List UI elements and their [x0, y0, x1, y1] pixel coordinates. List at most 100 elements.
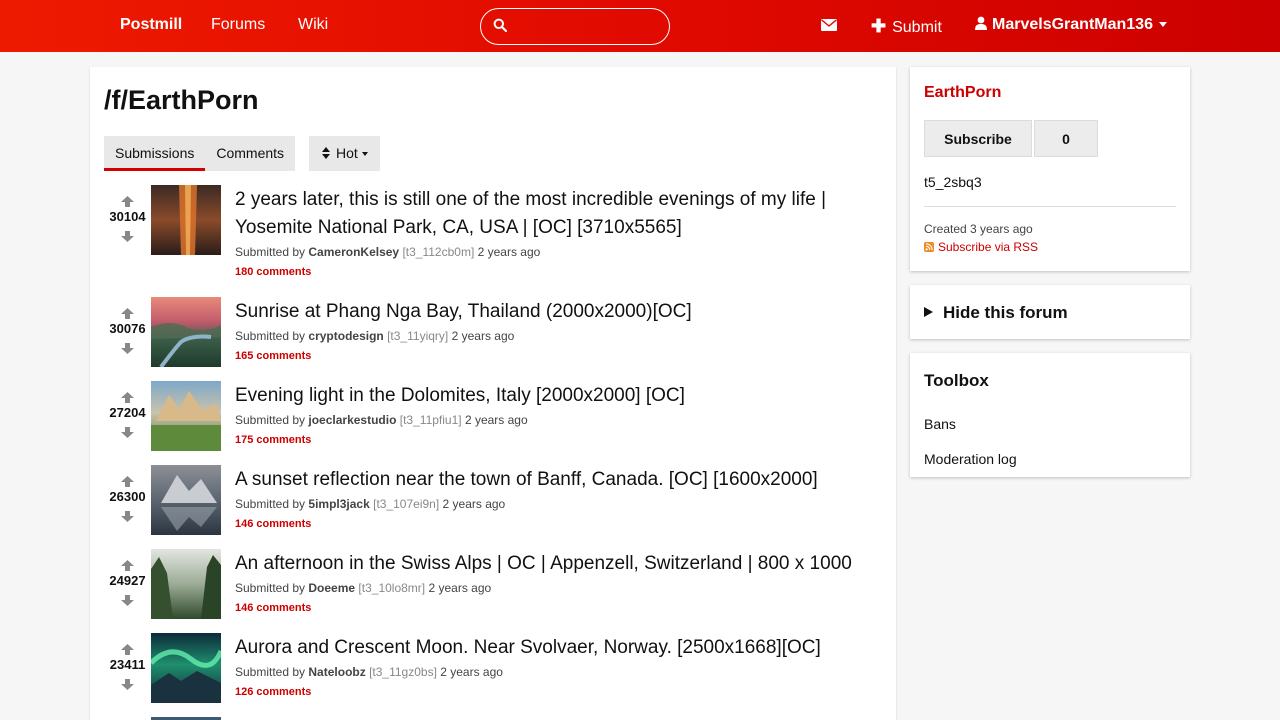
vote-score: 30076 — [109, 321, 146, 336]
subscribe-button[interactable]: Subscribe — [924, 120, 1032, 157]
created-date: Created 3 years ago — [924, 222, 1033, 236]
vote-box: 24927 — [100, 549, 155, 619]
upvote-arrow-icon[interactable] — [121, 392, 134, 403]
upvote-arrow-icon[interactable] — [121, 644, 134, 655]
submission-id: [t3_11yiqry] — [387, 329, 449, 343]
nav-wiki-link[interactable]: Wiki — [298, 16, 328, 34]
downvote-arrow-icon[interactable] — [121, 511, 134, 522]
submitted-by-label: Submitted by — [235, 665, 306, 679]
submission-thumbnail[interactable] — [151, 465, 221, 535]
submission-thumbnail[interactable] — [151, 633, 221, 703]
search-box[interactable] — [480, 8, 670, 45]
submitted-by-label: Submitted by — [235, 497, 306, 511]
username-label: MarvelsGrantMan136 — [992, 16, 1153, 33]
hide-forum-card: Hide this forum — [910, 285, 1190, 339]
submission-thumbnail[interactable] — [151, 381, 221, 451]
downvote-arrow-icon[interactable] — [121, 231, 134, 242]
upvote-arrow-icon[interactable] — [121, 308, 134, 319]
forum-id: t5_2sbq3 — [924, 174, 982, 190]
submission-item: 30076 Sunrise at Phang Nga Bay, Thailand… — [90, 297, 896, 381]
upvote-arrow-icon[interactable] — [121, 196, 134, 207]
submitted-by-label: Submitted by — [235, 581, 306, 595]
submission-item: 27204 Evening light in the Dolomites, It… — [90, 381, 896, 465]
submission-meta: Submitted by Nateloobz [t3_11gz0bs] 2 ye… — [235, 665, 503, 679]
tab-comments[interactable]: Comments — [205, 136, 295, 171]
submission-title-link[interactable]: 2 years later, this is still one of the … — [235, 186, 875, 242]
caret-down-icon — [1158, 22, 1167, 28]
author-link[interactable]: Nateloobz — [308, 665, 365, 679]
downvote-arrow-icon[interactable] — [121, 679, 134, 690]
upvote-arrow-icon[interactable] — [121, 560, 134, 571]
submission-title-link[interactable]: Aurora and Crescent Moon. Near Svolvaer,… — [235, 634, 875, 662]
downvote-arrow-icon[interactable] — [121, 427, 134, 438]
divider — [924, 206, 1176, 207]
submission-thumbnail[interactable] — [151, 185, 221, 255]
rss-link[interactable]: Subscribe via RSS — [924, 240, 1038, 254]
comments-link[interactable]: 146 comments — [235, 602, 311, 614]
caret-down-icon — [361, 152, 368, 157]
comments-link[interactable]: 146 comments — [235, 518, 311, 530]
comments-link[interactable]: 175 comments — [235, 434, 311, 446]
submit-label: Submit — [892, 19, 942, 36]
vote-box: 23411 — [100, 633, 155, 703]
user-menu-dropdown[interactable]: MarvelsGrantMan136 — [975, 16, 1167, 34]
search-input[interactable] — [513, 15, 658, 39]
submission-title-link[interactable]: Evening light in the Dolomites, Italy [2… — [235, 382, 875, 410]
submission-item: 30104 2 years later, this is still one o… — [90, 185, 896, 278]
upvote-arrow-icon[interactable] — [121, 476, 134, 487]
vote-box: 30076 — [100, 297, 155, 367]
submitted-by-label: Submitted by — [235, 329, 306, 343]
disclosure-triangle-icon — [924, 307, 933, 317]
author-link[interactable]: joeclarkestudio — [308, 413, 396, 427]
submission-title-link[interactable]: Sunrise at Phang Nga Bay, Thailand (2000… — [235, 298, 875, 326]
rss-icon — [924, 242, 934, 252]
submission-title-link[interactable]: A sunset reflection near the town of Ban… — [235, 466, 875, 494]
author-link[interactable]: CameronKelsey — [308, 245, 399, 259]
forum-name-link[interactable]: EarthPorn — [924, 84, 1001, 102]
submission-id: [t3_10lo8mr] — [358, 581, 426, 595]
vote-score: 27204 — [109, 405, 146, 420]
submitted-by-label: Submitted by — [235, 245, 306, 259]
nav-forums-link[interactable]: Forums — [211, 16, 265, 34]
submission-thumbnail[interactable] — [151, 297, 221, 367]
submission-meta: Submitted by cryptodesign [t3_11yiqry] 2… — [235, 329, 514, 343]
toolbox-title: Toolbox — [924, 371, 989, 390]
downvote-arrow-icon[interactable] — [121, 343, 134, 354]
submission-age: 2 years ago — [451, 329, 515, 343]
author-link[interactable]: cryptodesign — [308, 329, 383, 343]
toolbox-link-moderation-log[interactable]: Moderation log — [924, 451, 1017, 467]
author-link[interactable]: 5impl3jack — [308, 497, 369, 511]
messages-envelope-icon[interactable] — [821, 18, 837, 32]
comments-link[interactable]: 180 comments — [235, 266, 311, 278]
downvote-arrow-icon[interactable] — [121, 595, 134, 606]
rss-label: Subscribe via RSS — [938, 240, 1039, 254]
plus-icon: ✚ — [871, 16, 887, 36]
comments-link[interactable]: 165 comments — [235, 350, 311, 362]
toolbox-link-bans[interactable]: Bans — [924, 416, 956, 432]
page-title: /f/EarthPorn — [104, 85, 259, 115]
tab-submissions[interactable]: Submissions — [104, 136, 206, 171]
brand-link[interactable]: Postmill — [120, 16, 182, 34]
author-link[interactable]: Doeeme — [308, 581, 355, 595]
submit-link[interactable]: ✚ Submit — [871, 16, 942, 37]
vote-box: 30104 — [100, 185, 155, 255]
toolbox-card: Toolbox Bans Moderation log — [910, 353, 1190, 477]
subscriber-count: 0 — [1034, 120, 1098, 157]
sort-icon — [322, 147, 330, 159]
submission-age: 2 years ago — [464, 413, 528, 427]
submission-id: [t3_11gz0bs] — [369, 665, 437, 679]
search-icon — [493, 18, 507, 32]
top-navbar: Postmill Forums Wiki ✚ Submit MarvelsGran… — [0, 0, 1280, 52]
submission-meta: Submitted by Doeeme [t3_10lo8mr] 2 years… — [235, 581, 491, 595]
comments-link[interactable]: 126 comments — [235, 686, 311, 698]
submission-id: [t3_112cb0m] — [402, 245, 475, 259]
submission-thumbnail[interactable] — [151, 549, 221, 619]
hide-forum-toggle[interactable]: Hide this forum — [924, 303, 1068, 323]
submission-meta: Submitted by joeclarkestudio [t3_11pfiu1… — [235, 413, 528, 427]
sort-dropdown[interactable]: Hot — [309, 136, 380, 171]
submission-title-link[interactable]: An afternoon in the Swiss Alps | OC | Ap… — [235, 550, 875, 578]
vote-score: 24927 — [109, 573, 146, 588]
submission-id: [t3_11pfiu1] — [399, 413, 462, 427]
submission-item: 24927 An afternoon in the Swiss Alps | O… — [90, 549, 896, 633]
sort-label: Hot — [336, 145, 358, 161]
